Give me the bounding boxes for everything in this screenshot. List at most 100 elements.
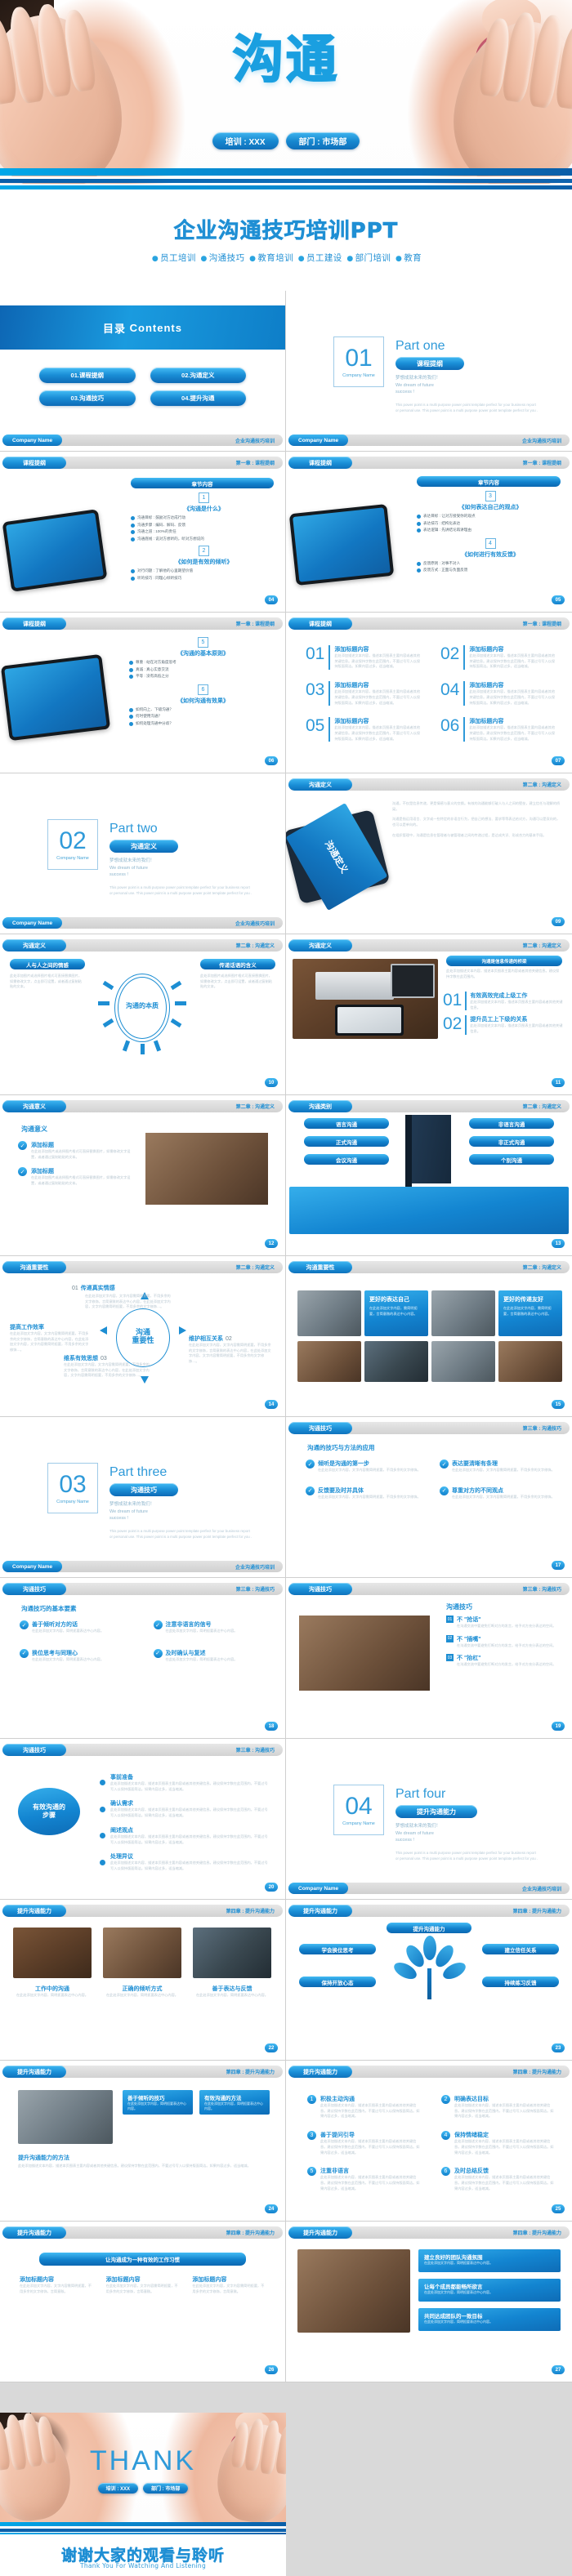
slide-thumbnail[interactable]: 沟通技巧 第三章 : 沟通技巧 沟通的技巧与方法的应用 ✓ 倾听是沟通的第一步 …	[286, 1417, 572, 1578]
bullet-text: 如何处理沟通中分歧？	[136, 720, 173, 725]
slide-thumbnail[interactable]: 04 Company Name Part four 提升沟通能力 梦想成就未来的…	[286, 1739, 572, 1900]
item-body: 此处添加描述文本内容，描述本页图表主要内容或者其他关键信息。	[470, 1000, 563, 1009]
door-label-5: 个别沟通	[469, 1154, 554, 1165]
bullet-icon	[129, 667, 133, 672]
slide-thumbnail[interactable]: 沟通定义 第二章 : 沟通定义 沟通的本质 人与人之间的情感 此处添加图片或选择…	[0, 934, 286, 1095]
slide-chapter: 第一章 : 课程提纲	[235, 461, 275, 466]
card-body: 在此处添加文字内容，需简明扼要，言简意赅的表达中心内容。	[369, 1306, 418, 1316]
meeting-photo	[18, 2090, 113, 2144]
slide-thumbnail[interactable]: 沟通技巧 第三章 : 沟通技巧 有效沟通的 步骤 事前准备 此处添加描述文本内容…	[0, 1739, 286, 1900]
page-number: 14	[265, 1400, 278, 1409]
slide-header: 沟通重要性 第二章 : 沟通定义	[288, 1261, 570, 1273]
handshake-photo	[297, 2249, 410, 2333]
slide-thumbnail[interactable]: 沟通技巧 第三章 : 沟通技巧 沟通技巧的基本要素 ✓ 善于倾听对方的话 在此处…	[0, 1578, 286, 1739]
tablet-illustration: 沟通定义	[286, 802, 391, 911]
contents-item-4[interactable]: 04.提升沟通	[150, 390, 246, 406]
step-body: 此处添加描述文本内容，描述本页图表主要内容或者其他关键信息。建议保持字数在此范围…	[110, 1807, 268, 1818]
slide-header: 沟通技巧 第三章 : 沟通技巧	[288, 1583, 570, 1595]
info-card-1: 更好的表达自己 在此处添加文字内容，需简明扼要，言简意赅的表达中心内容。	[364, 1290, 428, 1336]
numbered-item: 01 有效高效完成上级工作 此处添加描述文本内容，描述本页图表主要内容或者其他关…	[443, 992, 564, 1011]
card-title: 让每个成员都能畅所欲言	[424, 2284, 483, 2290]
bullet-dot-icon: ●	[249, 255, 257, 263]
group-title: 《沟通是什么》	[184, 506, 224, 512]
bullet-item: ✓ 及时确认与复述 在此处添加文字内容，简明扼要表达中心内容。	[153, 1648, 271, 1663]
slide-thumbnail[interactable]: 提升沟通能力 第四章 : 提升沟通能力 提升沟通能力 学会换位思考 建立信任关系…	[286, 1900, 572, 2061]
slide-thumbnail[interactable]: 沟通技巧 第三章 : 沟通技巧 沟通技巧 01 不 "抢话" 在沟通交流中要避免…	[286, 1578, 572, 1739]
slide-thumbnail[interactable]: 沟通类别 第二章 : 沟通定义 语言沟通 非语言沟通 正式沟通 非正式沟通 会议…	[286, 1095, 572, 1256]
footer-company-name: Company Name	[2, 435, 63, 446]
page-number: 07	[552, 756, 565, 765]
card-body-1: 在此处添加文字内容，简明扼要表达中心内容。	[16, 1993, 88, 1997]
slide-thumbnail[interactable]: 目录 Contents 01.课程提纲 02.沟通定义 03.沟通技巧 04.提…	[0, 291, 286, 452]
card-title: 有效沟通的方法	[204, 2096, 242, 2101]
meeting-card-2: 有效沟通的方法 在此处添加文字内容，简明扼要表达中心内容。	[199, 2090, 270, 2115]
part-dream-text: 梦想成就未来的我们！ We dream of future success !	[109, 1502, 155, 1522]
group-number: 2	[199, 546, 209, 557]
card-body: 在此处添加文字内容，简明扼要表达中心内容。	[424, 2261, 493, 2265]
bullet-item: ✓ 注意非语言的信号 在此处添加文字内容，简明扼要表达中心内容。	[153, 1620, 271, 1634]
check-icon: ✓	[18, 1167, 27, 1177]
slide-thumbnail[interactable]: 课程提纲 第一章 : 课程提纲 章节内容 3 《如何表达自己的观点》 表达目标 …	[286, 452, 572, 613]
hero-pill-group: 培训 : XXX 部门 : 市场部	[0, 132, 572, 149]
slide-thumbnail[interactable]: 提升沟通能力 第四章 : 提升沟通能力 让沟通成为一种有效的工作习惯 添加标题内…	[0, 2222, 286, 2382]
slide-thumbnail[interactable]: 提升沟通能力 第四章 : 提升沟通能力 1 积极主动沟通 此处添加描述文本内容，…	[286, 2061, 572, 2222]
part-divider: 04 Company Name Part four 提升沟通能力 梦想成就未来的…	[333, 1785, 538, 1861]
thank-you-slide[interactable]: THANK 培训 : XXX 部门 : 市场部 谢谢大家的观看与聆听 Thank…	[0, 2413, 286, 2576]
item-body: 此处添加描述文本内容，描述本页图表主要内容或者其他关键信息。建议保持字数在此范围…	[334, 689, 421, 705]
team-photo-5	[431, 1341, 495, 1382]
slide-thumbnail[interactable]: 提升沟通能力 第四章 : 提升沟通能力 建立良好的团队沟通氛围 在此处添加文字内…	[286, 2222, 572, 2382]
footer-company-name: Company Name	[2, 917, 63, 929]
slide-tag: 提升沟通能力	[2, 2226, 66, 2239]
slide-thumbnail[interactable]: 沟通定义 第二章 : 沟通定义 沟通定义 沟通，不仅是信息传递，更是情感与意义的…	[286, 773, 572, 934]
slide-thumbnail[interactable]: 沟通意义 第二章 : 沟通定义 沟通意义 ✓ 添加标题 在此处添加图片或选择图片…	[0, 1095, 286, 1256]
bullet-body: 在此处添加文字内容，简明扼要表达中心内容。	[32, 1656, 104, 1661]
step-title: 处理异议	[110, 1854, 133, 1861]
footer-body: 此处添加描述文本内容，描述本页图表主要内容或者其他关键信息。建议保持字数在此范围…	[18, 2164, 251, 2168]
slide-thumbnail[interactable]: 沟通重要性 第二章 : 沟通定义 沟通 重要性 01 传递真实情感 在此处添加文…	[0, 1256, 286, 1417]
slide-thumbnail[interactable]: 课程提纲 第一章 : 课程提纲 5 《沟通的基本原则》 尊重 : 站在对方角度思…	[0, 613, 286, 773]
ppt-preview-page: 沟通 培训 : XXX 部门 : 市场部 企业沟通技巧培训PPT ● 员工培训 ●…	[0, 0, 572, 2576]
bullet-icon	[417, 528, 421, 533]
footer-text: 企业沟通技巧培训	[521, 1887, 561, 1892]
slide-thumbnail[interactable]: 沟通重要性 第二章 : 沟通定义 更好的表达自己 在此处添加文字内容，需简明扼要…	[286, 1256, 572, 1417]
part-lorem: This power point is a multi purpose powe…	[395, 1850, 538, 1861]
slide-tag: 沟通技巧	[2, 1583, 66, 1595]
part-lorem: This power point is a multi purpose powe…	[109, 885, 252, 895]
slide-header: 课程提纲 第一章 : 课程提纲	[2, 617, 283, 630]
door-label-0: 语言沟通	[304, 1118, 389, 1129]
bullet-body: 在此处添加文字内容，简明扼要表达中心内容。	[165, 1656, 238, 1661]
slide-thumbnail[interactable]: 提升沟通能力 第四章 : 提升沟通能力 善于倾听的技巧 在此处添加文字内容，简明…	[0, 2061, 286, 2222]
tree-icon	[391, 1936, 468, 2003]
contents-item-3[interactable]: 03.沟通技巧	[39, 390, 136, 406]
bullet-text: 平等 : 没有高低之分	[136, 674, 169, 679]
skill-body: 在此处添加文字内容，文字内容需简明扼要，不用多余的文字修饰。	[318, 1494, 421, 1499]
slide-thumbnail[interactable]: 课程提纲 第一章 : 课程提纲 章节内容 1 《沟通是什么》 沟通目标 : 鼓励…	[0, 452, 286, 613]
slide-thumbnail[interactable]: 01 Company Name Part one 课程提纲 梦想成就未来的我们！…	[286, 291, 572, 452]
slide-thumbnail[interactable]: 02 Company Name Part two 沟通定义 梦想成就未来的我们！…	[0, 773, 286, 934]
essence-right-title: 传递话语的含义	[200, 959, 275, 969]
panel-title: 章节内容	[417, 476, 561, 487]
slide-thumbnail[interactable]: 沟通定义 第二章 : 沟通定义 沟通是信息传递的桥梁 此处添加描述文本内容，描述…	[286, 934, 572, 1095]
slide-header: 沟通技巧 第三章 : 沟通技巧	[2, 1744, 283, 1756]
node-title: 提高工作效率	[10, 1325, 44, 1330]
column-item: 添加标题内容 在此处添加文字内容，文字内容需简明扼要，不用多余的文字修饰，言简意…	[20, 2275, 93, 2294]
tree-node-0: 提升沟通能力	[387, 1923, 471, 1933]
check-icon: ✓	[20, 1620, 29, 1629]
circle-center-line1: 沟通	[135, 1328, 150, 1336]
footer-text: 企业沟通技巧培训	[521, 439, 561, 444]
slide-thumbnail[interactable]: 课程提纲 第一章 : 课程提纲 01 添加标题内容 此处添加描述文本内容，描述本…	[286, 613, 572, 773]
item-title: 不 "抬杠"	[457, 1656, 481, 1662]
paragraph-2: 沟通是指运用语言、文字或一些特定的非语言行为，把自己的想法、要求等等表达给对方，…	[392, 817, 561, 827]
item-number: 02	[443, 1014, 463, 1034]
paragraph-1: 沟通，不仅是信息传递，更是情感与意义的交换。有效的沟通能够打破人与人之间的壁垒，…	[392, 801, 561, 811]
slide-thumbnail[interactable]: 提升沟通能力 第四章 : 提升沟通能力 工作中的沟通 在此处添加文字内容，简明扼…	[0, 1900, 286, 2061]
contents-item-1[interactable]: 01.课程提纲	[39, 368, 136, 383]
step-body: 此处添加描述文本内容，描述本页图表主要内容或者其他关键信息。建议保持字数在此范围…	[110, 1834, 268, 1844]
skill-body: 在此处添加文字内容，文字内容需简明扼要，不用多余的文字修饰。	[452, 1494, 555, 1499]
numbered-item: 02 提升员工上下级的关系 此处添加描述文本内容，描述本页图表主要内容或者其他关…	[443, 1014, 564, 1035]
slide-thumbnail[interactable]: 03 Company Name Part three 沟通技巧 梦想成就未来的我…	[0, 1417, 286, 1578]
contents-item-2[interactable]: 02.沟通定义	[150, 368, 246, 383]
skill-body: 在此处添加文字内容，文字内容需简明扼要，不用多余的文字修饰。	[318, 1468, 421, 1472]
bullet-dot-icon: ●	[346, 255, 354, 263]
thanks-hero: THANK 培训 : XXX 部门 : 市场部	[0, 2413, 286, 2522]
